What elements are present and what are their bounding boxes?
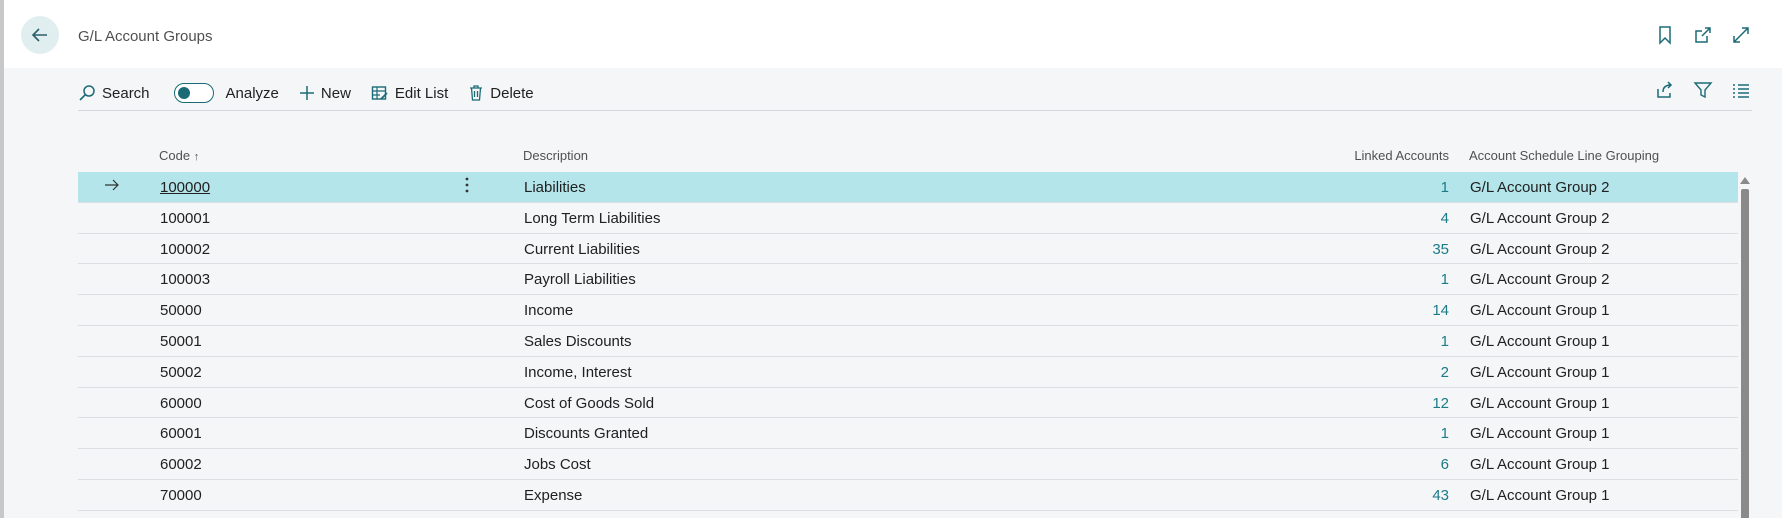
cell-code[interactable]: 60001 — [160, 425, 202, 442]
new-label: New — [320, 84, 351, 102]
delete-label: Delete — [490, 84, 534, 102]
table-row[interactable]: 60001 Discounts Granted 1 G/L Account Group… — [78, 418, 1738, 450]
delete-button[interactable]: Delete — [468, 78, 534, 108]
cell-linked-accounts[interactable]: 1 — [1441, 179, 1449, 196]
search-button[interactable]: Search — [78, 78, 150, 108]
open-new-window-icon[interactable] — [1692, 24, 1714, 46]
scroll-up-arrow-icon[interactable] — [1740, 177, 1750, 184]
table-row[interactable]: 100000 Liabilities 1 G/L Account Group 2 — [78, 172, 1738, 203]
edit-list-icon — [371, 86, 388, 100]
vertical-scrollbar[interactable] — [1739, 177, 1751, 518]
cell-code[interactable]: 100001 — [160, 210, 210, 227]
cell-description: Payroll Liabilities — [524, 271, 636, 289]
cell-code[interactable]: 100002 — [160, 241, 210, 258]
trash-icon — [470, 85, 483, 101]
cell-grouping: G/L Account Group 1 — [1470, 425, 1610, 443]
cell-linked-accounts[interactable]: 14 — [1432, 302, 1449, 319]
edit-list-button[interactable]: Edit List — [371, 78, 448, 108]
edit-list-label: Edit List — [394, 84, 449, 102]
cell-code[interactable]: 50002 — [160, 364, 202, 381]
cell-linked-accounts[interactable]: 1 — [1441, 271, 1449, 288]
cell-linked-accounts[interactable]: 4 — [1441, 210, 1449, 227]
table-body: 100000 Liabilities 1 G/L Account Group 2 100… — [78, 172, 1738, 511]
table-row[interactable]: 70000 Expense 43 G/L Account Group 1 — [78, 480, 1738, 511]
cell-linked-accounts[interactable]: 1 — [1441, 425, 1449, 442]
cell-code[interactable]: 70000 — [160, 487, 202, 504]
table-row[interactable]: 60002 Jobs Cost 6 G/L Account Group 1 — [78, 449, 1738, 480]
search-label: Search — [102, 84, 150, 102]
cell-grouping: G/L Account Group 2 — [1470, 271, 1610, 289]
window-left-border — [0, 0, 4, 518]
table-row[interactable]: 50001 Sales Discounts 1 G/L Account Group 1 — [78, 326, 1738, 357]
cell-grouping: G/L Account Group 2 — [1470, 240, 1610, 258]
list-view-icon[interactable] — [1730, 79, 1752, 101]
cell-linked-accounts[interactable]: 43 — [1432, 487, 1449, 504]
cell-code[interactable]: 100003 — [160, 271, 210, 288]
page-title: G/L Account Groups — [78, 28, 213, 45]
column-header-description[interactable]: Description — [523, 148, 588, 163]
table-row[interactable]: 100001 Long Term Liabilities 4 G/L Account … — [78, 203, 1738, 234]
cell-code[interactable]: 50000 — [160, 302, 202, 319]
column-header-grouping[interactable]: Account Schedule Line Grouping — [1469, 148, 1659, 163]
table-row[interactable]: 50002 Income, Interest 2 G/L Account Group … — [78, 357, 1738, 388]
cell-grouping: G/L Account Group 1 — [1470, 302, 1610, 320]
cell-grouping: G/L Account Group 1 — [1470, 332, 1610, 350]
analyze-label: Analyze — [225, 84, 279, 102]
back-button[interactable] — [21, 16, 59, 54]
back-arrow-icon — [31, 28, 47, 42]
action-bar: Search Analyze New Edit List Delete — [78, 76, 1752, 111]
search-icon — [79, 85, 95, 101]
cell-linked-accounts[interactable]: 1 — [1441, 333, 1449, 350]
column-header-linked-accounts[interactable]: Linked Accounts — [1354, 148, 1449, 163]
cell-grouping: G/L Account Group 1 — [1470, 486, 1610, 504]
table-row[interactable]: 60000 Cost of Goods Sold 12 G/L Account Gro… — [78, 388, 1738, 419]
table-row[interactable]: 100003 Payroll Liabilities 1 G/L Account Gr… — [78, 264, 1738, 296]
cell-grouping: G/L Account Group 1 — [1470, 456, 1610, 474]
cell-grouping: G/L Account Group 1 — [1470, 394, 1610, 412]
cell-description: Income — [524, 302, 574, 320]
cell-code[interactable]: 60000 — [160, 395, 202, 412]
cell-description: Current Liabilities — [524, 240, 640, 258]
cell-linked-accounts[interactable]: 2 — [1441, 364, 1449, 381]
cell-linked-accounts[interactable]: 35 — [1432, 241, 1449, 258]
cell-grouping: G/L Account Group 1 — [1470, 363, 1610, 381]
row-menu-icon[interactable] — [464, 176, 470, 198]
current-row-arrow-icon — [104, 177, 120, 197]
cell-grouping: G/L Account Group 2 — [1470, 179, 1610, 196]
new-button[interactable]: New — [299, 78, 351, 108]
cell-description: Income, Interest — [524, 363, 632, 381]
gl-account-groups-table: Code ↑ Description Linked Accounts Accou… — [78, 140, 1738, 511]
bookmark-icon[interactable] — [1654, 24, 1676, 46]
toggle-switch[interactable] — [173, 83, 214, 103]
cell-description: Liabilities — [524, 179, 586, 196]
table-row[interactable]: 50000 Income 14 G/L Account Group 1 — [78, 295, 1738, 326]
filter-icon[interactable] — [1692, 79, 1714, 101]
column-header-code[interactable]: Code ↑ — [159, 148, 199, 163]
cell-linked-accounts[interactable]: 6 — [1441, 456, 1449, 473]
cell-description: Expense — [524, 486, 583, 504]
cell-description: Discounts Granted — [524, 425, 649, 443]
cell-description: Sales Discounts — [524, 332, 632, 350]
cell-code[interactable]: 60002 — [160, 456, 202, 473]
cell-code[interactable]: 100000 — [160, 179, 210, 196]
share-icon[interactable] — [1654, 79, 1676, 101]
scroll-thumb[interactable] — [1741, 189, 1749, 518]
cell-description: Jobs Cost — [524, 456, 591, 474]
cell-grouping: G/L Account Group 2 — [1470, 209, 1610, 227]
page-header: G/L Account Groups — [4, 0, 1782, 68]
cell-linked-accounts[interactable]: 12 — [1432, 395, 1449, 412]
cell-description: Long Term Liabilities — [524, 209, 661, 227]
analyze-toggle[interactable]: Analyze — [173, 78, 279, 108]
expand-icon[interactable] — [1730, 24, 1752, 46]
plus-icon — [299, 86, 314, 100]
cell-description: Cost of Goods Sold — [524, 394, 655, 412]
sort-ascending-icon: ↑ — [193, 151, 200, 163]
cell-code[interactable]: 50001 — [160, 333, 202, 350]
table-header: Code ↑ Description Linked Accounts Accou… — [78, 140, 1738, 172]
table-row[interactable]: 100002 Current Liabilities 35 G/L Account G… — [78, 234, 1738, 265]
